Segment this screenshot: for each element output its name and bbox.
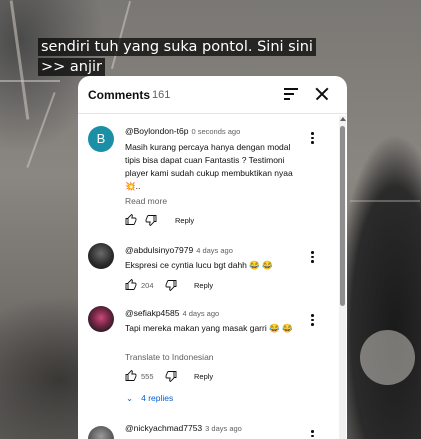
avatar[interactable] — [88, 426, 114, 439]
author-name[interactable]: @abdulsinyo7979 — [125, 245, 193, 255]
more-options-icon[interactable] — [310, 314, 314, 326]
comment-author[interactable]: @abdulsinyo7979 4 days ago — [125, 245, 233, 255]
thumbs-down-icon[interactable] — [145, 214, 157, 226]
comment-text: Masih kurang percaya hanya dengan modal … — [125, 142, 293, 191]
thumbs-up-icon[interactable] — [125, 214, 137, 226]
comment-text: Tapi mereka makan yang masak garri 😂 😂 — [125, 323, 293, 333]
video-caption: sendiri tuh yang suka pontol. Sini sini … — [38, 37, 320, 77]
comment-author[interactable]: @Boylondon-t6p 0 seconds ago — [125, 126, 240, 136]
comment-author[interactable]: @sefiakp4585 4 days ago — [125, 308, 219, 318]
translate-link[interactable]: Translate to Indonesian — [125, 352, 214, 362]
thumbs-up-icon[interactable] — [125, 370, 137, 382]
scroll-up-arrow-icon[interactable] — [340, 117, 346, 121]
scrollbar-thumb[interactable] — [340, 126, 345, 306]
author-name[interactable]: @Boylondon-t6p — [125, 126, 188, 136]
replies-label[interactable]: 4 replies — [141, 393, 173, 403]
reply-button[interactable]: Reply — [194, 372, 213, 381]
chevron-down-icon: ⌄ — [126, 393, 134, 403]
more-options-icon[interactable] — [310, 251, 314, 263]
more-options-icon[interactable] — [310, 430, 314, 439]
thumbs-down-icon[interactable] — [165, 279, 177, 291]
sort-icon[interactable] — [284, 88, 298, 100]
thumbs-down-icon[interactable] — [165, 370, 177, 382]
reply-button[interactable]: Reply — [194, 281, 213, 290]
close-icon[interactable] — [315, 87, 329, 101]
more-options-icon[interactable] — [310, 132, 314, 144]
avatar[interactable] — [88, 306, 114, 332]
comments-count: 161 — [152, 89, 171, 101]
thumbs-up-icon[interactable] — [125, 279, 137, 291]
comments-title: Comments — [88, 88, 151, 102]
caption-line-1: sendiri tuh yang suka pontol. Sini sini — [38, 38, 316, 56]
author-name[interactable]: @sefiakp4585 — [125, 308, 179, 318]
read-more-link[interactable]: Read more — [125, 196, 167, 206]
comment-author[interactable]: @nickyachmad7753 3 days ago — [125, 423, 242, 433]
comment-time[interactable]: 3 days ago — [205, 424, 242, 433]
comment-time[interactable]: 4 days ago — [182, 309, 219, 318]
avatar[interactable] — [88, 243, 114, 269]
view-replies-button[interactable]: ⌄ 4 replies — [126, 393, 173, 404]
avatar[interactable]: B — [88, 126, 114, 152]
comment-time[interactable]: 4 days ago — [196, 246, 233, 255]
avatar-letter: B — [96, 131, 106, 146]
comment-time[interactable]: 0 seconds ago — [191, 127, 240, 136]
comment-text: Ekspresi ce cyntia lucu bgt dahh 😂 😂 — [125, 260, 273, 270]
author-name[interactable]: @nickyachmad7753 — [125, 423, 202, 433]
comments-panel: Comments 161 B @Boylondon-t6p 0 seconds a… — [78, 76, 347, 439]
comments-header: Comments 161 — [78, 76, 347, 114]
caption-line-2: >> anjir — [38, 58, 106, 76]
reply-button[interactable]: Reply — [175, 216, 194, 225]
like-count: 555 — [141, 372, 154, 381]
like-count: 204 — [141, 281, 154, 290]
